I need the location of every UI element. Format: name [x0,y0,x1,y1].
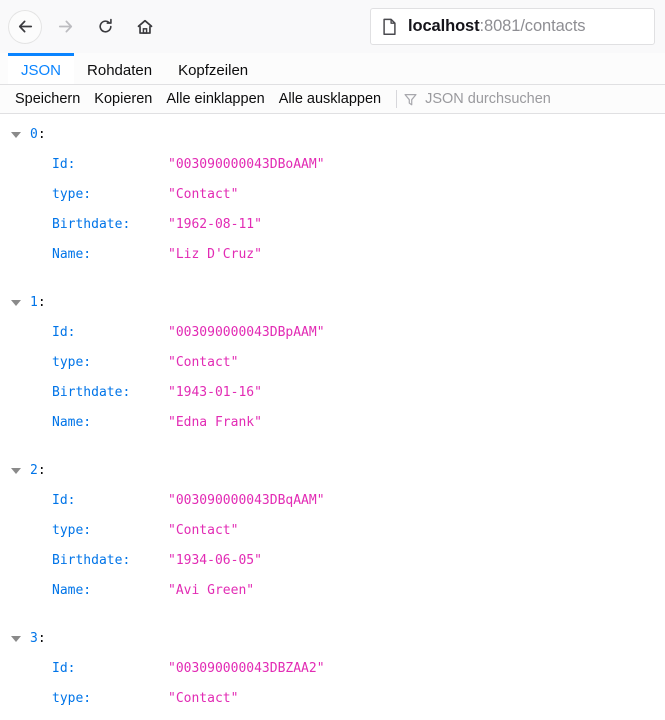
json-property-value: "Avi Green" [168,583,255,598]
filter-input[interactable] [425,91,665,107]
json-property-row[interactable]: Id: "003090000043DBpAAM" [0,318,665,348]
json-array-index: 2 [30,463,38,478]
json-colon: : [37,127,46,142]
json-property-value: "1943-01-16" [168,385,262,400]
json-array-item-header[interactable]: 2: [0,456,665,486]
url-path: :8081/contacts [479,17,586,35]
json-property-row[interactable]: Name: "Avi Green" [0,576,665,606]
json-property-row[interactable]: Id: "003090000043DBZAA2" [0,654,665,684]
json-property-value: "Liz D'Cruz" [168,247,262,262]
json-array-index: 0 [30,127,38,142]
twisty-expanded-icon[interactable] [11,468,21,474]
json-property-key: type: [52,355,92,370]
home-button[interactable] [128,10,162,44]
json-property-key: Id: [52,157,76,172]
json-property-row[interactable]: type: "Contact" [0,684,665,714]
json-array-index: 3 [30,631,38,646]
json-property-value: "Edna Frank" [168,415,262,430]
forward-arrow-icon [58,20,72,33]
json-property-row[interactable]: Name: "Liz D'Cruz" [0,240,665,270]
json-property-key: Name: [52,583,92,598]
forward-button[interactable] [48,10,82,44]
json-property-key: type: [52,691,92,706]
json-property-key: Id: [52,661,76,676]
json-property-row[interactable]: Id: "003090000043DBqAAM" [0,486,665,516]
json-property-key: Name: [52,415,92,430]
json-property-key: Birthdate: [52,553,131,568]
twisty-expanded-icon[interactable] [11,636,21,642]
twisty-expanded-icon[interactable] [11,132,21,138]
json-viewer: JSON Rohdaten Kopfzeilen Speichern Kopie… [0,53,665,720]
navigation-toolbar: localhost:8081/contacts [0,0,665,53]
toolbar-divider [396,90,398,108]
json-property-key: type: [52,187,92,202]
json-property-value: "1962-08-11" [168,217,262,232]
json-colon: : [37,295,46,310]
json-property-value: "003090000043DBqAAM" [168,493,325,508]
json-property-row[interactable]: Birthdate: "1934-06-05" [0,546,665,576]
json-property-value: "Contact" [168,691,239,706]
collapse-all-button[interactable]: Alle einklappen [159,85,271,114]
twisty-expanded-icon[interactable] [11,300,21,306]
json-property-value: "1968-11-05" [168,714,262,720]
json-property-value: "Contact" [168,523,239,538]
json-property-key: Birthdate: [52,217,131,232]
json-property-row[interactable]: type: "Contact" [0,516,665,546]
filter-container[interactable] [403,91,665,107]
json-property-key: Birthdate: [52,385,131,400]
json-property-key: Birthdate: [52,714,168,720]
json-colon: : [37,463,46,478]
json-property-value: "003090000043DBoAAM" [168,157,325,172]
browser-window: localhost:8081/contacts JSON Rohdaten Ko… [0,0,665,720]
url-host: localhost [408,17,480,35]
save-button[interactable]: Speichern [8,85,87,114]
json-property-row[interactable]: Birthdate: "1962-08-11" [0,210,665,240]
json-property-row[interactable]: Name: "Edna Frank" [0,408,665,438]
tab-json[interactable]: JSON [8,53,75,84]
home-icon [137,19,153,34]
url-text: localhost:8081/contacts [408,17,585,36]
json-array-item-header[interactable]: 1: [0,288,665,318]
json-property-row[interactable]: type: "Contact" [0,348,665,378]
json-property-value: "1934-06-05" [168,553,262,568]
address-bar[interactable]: localhost:8081/contacts [370,8,655,45]
json-property-value: "003090000043DBpAAM" [168,325,325,340]
tab-headers[interactable]: Kopfzeilen [165,53,261,84]
funnel-icon [403,92,418,107]
json-property-key: Name: [52,247,92,262]
json-array-item-header[interactable]: 3: [0,624,665,654]
viewer-tabbar: JSON Rohdaten Kopfzeilen [0,53,665,85]
tab-raw-data[interactable]: Rohdaten [74,53,165,84]
json-property-value: "Contact" [168,187,239,202]
json-property-value: "003090000043DBZAA2" [168,661,325,676]
json-property-row[interactable]: Id: "003090000043DBoAAM" [0,150,665,180]
reload-button[interactable] [88,10,122,44]
json-array-item-header[interactable]: 0: [0,120,665,150]
document-icon [381,18,398,36]
back-arrow-icon [18,20,32,33]
json-property-key: Id: [52,493,76,508]
json-property-key: type: [52,523,92,538]
json-property-row[interactable]: Birthdate:"1968-11-05" [0,714,665,720]
json-array-index: 1 [30,295,38,310]
json-property-key: Id: [52,325,76,340]
json-property-row[interactable]: Birthdate: "1943-01-16" [0,378,665,408]
json-colon: : [37,631,46,646]
json-content: 0: Id: "003090000043DBoAAM" type: "Contact" B… [0,114,665,720]
reload-icon [98,18,112,33]
viewer-toolbar: Speichern Kopieren Alle einklappen Alle … [0,85,665,114]
expand-all-button[interactable]: Alle ausklappen [272,85,388,114]
back-button[interactable] [8,9,42,44]
json-property-value: "Contact" [168,355,239,370]
json-property-row[interactable]: type: "Contact" [0,180,665,210]
copy-button[interactable]: Kopieren [87,85,159,114]
